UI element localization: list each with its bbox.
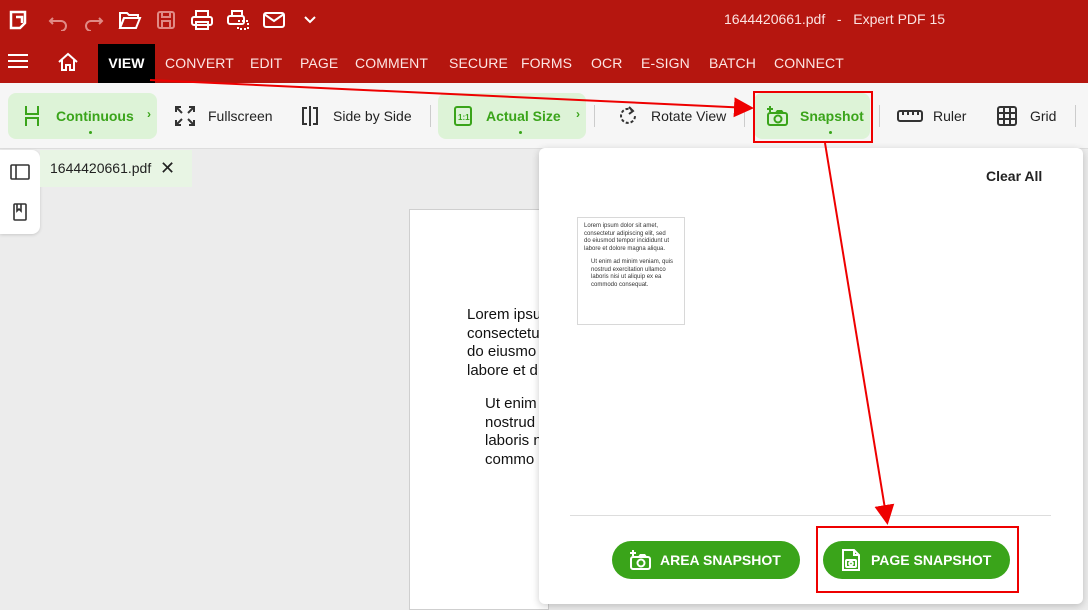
fullscreen-button[interactable]: Fullscreen bbox=[172, 93, 282, 139]
app-logo-icon[interactable] bbox=[6, 8, 30, 32]
panel-toggle-icon[interactable] bbox=[10, 162, 30, 182]
rotate-view-button[interactable]: Rotate View bbox=[615, 93, 735, 139]
rotate-view-label: Rotate View bbox=[651, 108, 727, 124]
ribbon-separator bbox=[1075, 105, 1076, 127]
actual-size-button[interactable]: 1:1 Actual Size › bbox=[438, 93, 586, 139]
annotation-highlight-page-snapshot bbox=[816, 526, 1019, 593]
text-line: Lorem ipsum dolor sit amet, bbox=[584, 223, 659, 229]
grid-icon bbox=[994, 103, 1020, 129]
annotation-highlight-snapshot bbox=[753, 91, 873, 143]
continuous-label: Continuous bbox=[56, 108, 134, 124]
svg-text:1:1: 1:1 bbox=[458, 113, 470, 122]
redo-icon[interactable] bbox=[82, 8, 106, 32]
menu-e-sign[interactable]: E-SIGN bbox=[641, 55, 690, 71]
menu-secure[interactable]: SECURE bbox=[449, 55, 508, 71]
view-ribbon: Continuous › Fullscreen Side by Side 1:1… bbox=[0, 83, 1088, 149]
document-tab[interactable]: 1644420661.pdf ✕ bbox=[40, 150, 192, 187]
menu-comment[interactable]: COMMENT bbox=[355, 55, 428, 71]
ribbon-separator bbox=[430, 105, 431, 127]
window-title: 1644420661.pdf - Expert PDF 15 bbox=[724, 11, 945, 27]
continuous-button[interactable]: Continuous › bbox=[8, 93, 157, 139]
ruler-button[interactable]: Ruler bbox=[897, 93, 977, 139]
menu-forms[interactable]: FORMS bbox=[521, 55, 572, 71]
area-snapshot-icon bbox=[628, 548, 652, 572]
actual-size-label: Actual Size bbox=[486, 108, 561, 124]
text-line: commodo consequat. bbox=[591, 281, 649, 288]
document-tab-name: 1644420661.pdf bbox=[50, 160, 152, 176]
menu-batch[interactable]: BATCH bbox=[709, 55, 756, 71]
text-line: do eiusmod tempor incididunt ut bbox=[584, 238, 670, 244]
left-side-panel bbox=[0, 150, 40, 234]
side-by-side-label: Side by Side bbox=[333, 108, 412, 124]
panel-divider bbox=[570, 515, 1051, 516]
grid-button[interactable]: Grid bbox=[994, 93, 1064, 139]
document-paragraph: Lorem ipsu consectetu do eiusmo labore e… bbox=[467, 306, 541, 380]
text-line: nostrud bbox=[485, 413, 536, 431]
save-icon[interactable] bbox=[154, 8, 178, 32]
print-icon[interactable] bbox=[190, 8, 214, 32]
text-line: Ut enim bbox=[485, 395, 537, 412]
grid-label: Grid bbox=[1030, 108, 1057, 124]
ruler-icon bbox=[897, 103, 923, 129]
document-paragraph: Ut enim nostrud laboris n commo bbox=[485, 395, 542, 469]
close-tab-icon[interactable]: ✕ bbox=[160, 158, 175, 179]
actual-size-icon: 1:1 bbox=[450, 103, 476, 129]
clear-all-button[interactable]: Clear All bbox=[986, 168, 1042, 184]
thumbnail-paragraph: Lorem ipsum dolor sit amet, consectetur … bbox=[584, 223, 669, 253]
hamburger-menu-icon[interactable] bbox=[8, 54, 28, 70]
chevron-right-icon[interactable]: › bbox=[147, 107, 151, 121]
active-indicator bbox=[519, 131, 522, 134]
menu-ocr[interactable]: OCR bbox=[591, 55, 622, 71]
thumbnail-paragraph: Ut enim ad minim veniam, quis nostrud ex… bbox=[591, 259, 673, 289]
area-snapshot-label: AREA SNAPSHOT bbox=[660, 552, 781, 568]
menu-page[interactable]: PAGE bbox=[300, 55, 338, 71]
menu-convert[interactable]: CONVERT bbox=[165, 55, 234, 71]
home-icon[interactable] bbox=[57, 52, 79, 77]
side-by-side-button[interactable]: Side by Side bbox=[297, 93, 422, 139]
text-line: Ut enim ad minim veniam, quis bbox=[591, 259, 674, 265]
menu-view[interactable]: VIEW bbox=[98, 44, 155, 84]
active-indicator bbox=[89, 131, 92, 134]
open-folder-icon[interactable] bbox=[118, 8, 142, 32]
title-separator: - bbox=[836, 11, 842, 27]
title-file-name: 1644420661.pdf bbox=[724, 11, 826, 27]
title-app-name: Expert PDF 15 bbox=[853, 11, 946, 27]
text-line: nostrud exercitation ullamco bbox=[591, 266, 666, 273]
text-line: laboris n bbox=[485, 432, 542, 449]
text-line: consectetur adipiscing elit, sed bbox=[584, 230, 666, 237]
text-line: labore et d bbox=[467, 361, 538, 379]
chevron-down-icon[interactable] bbox=[298, 8, 322, 32]
text-line: do eiusmo bbox=[467, 343, 537, 360]
text-line: laboris nisi ut aliquip ex ea bbox=[591, 274, 662, 280]
side-by-side-icon bbox=[297, 103, 323, 129]
title-bar: 1644420661.pdf - Expert PDF 15 bbox=[0, 0, 1088, 40]
print-setup-icon[interactable] bbox=[226, 8, 250, 32]
ribbon-separator bbox=[879, 105, 880, 127]
text-line: labore et dolore magna aliqua. bbox=[584, 245, 666, 252]
email-icon[interactable] bbox=[262, 8, 286, 32]
rotate-icon bbox=[615, 103, 641, 129]
text-line: Lorem ipsu bbox=[467, 306, 542, 323]
bookmark-icon[interactable] bbox=[10, 202, 30, 222]
menu-edit[interactable]: EDIT bbox=[250, 55, 282, 71]
chevron-right-icon[interactable]: › bbox=[576, 107, 580, 121]
document-page: Lorem ipsu consectetu do eiusmo labore e… bbox=[409, 209, 549, 610]
continuous-icon bbox=[20, 103, 46, 129]
ruler-label: Ruler bbox=[933, 108, 967, 124]
text-line: commo bbox=[485, 450, 535, 468]
fullscreen-label: Fullscreen bbox=[208, 108, 273, 124]
menu-bar: VIEW CONVERT EDIT PAGE COMMENT SECURE FO… bbox=[0, 40, 1088, 84]
text-line: consectetu bbox=[467, 324, 540, 342]
ribbon-separator bbox=[744, 105, 745, 127]
ribbon-separator bbox=[594, 105, 595, 127]
menu-connect[interactable]: CONNECT bbox=[774, 55, 844, 71]
area-snapshot-button[interactable]: AREA SNAPSHOT bbox=[612, 541, 800, 579]
fullscreen-icon bbox=[172, 103, 198, 129]
undo-icon[interactable] bbox=[46, 8, 70, 32]
snapshot-thumbnail[interactable]: Lorem ipsum dolor sit amet, consectetur … bbox=[577, 217, 685, 325]
